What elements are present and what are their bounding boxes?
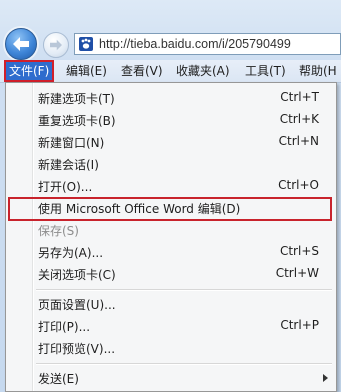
url-text: http://tieba.baidu.com/i/205790499 xyxy=(99,37,291,51)
menu-file[interactable]: 文件(F) xyxy=(3,60,55,82)
menu-item-label: 重复选项卡(B) xyxy=(38,114,116,128)
menu-item-label: 关闭选项卡(C) xyxy=(38,268,116,282)
menu-item-label: 发送(E) xyxy=(38,372,79,386)
navigation-toolbar: http://tieba.baidu.com/i/205790499 xyxy=(0,0,341,60)
menu-item-label: 打开(O)... xyxy=(38,180,93,194)
menu-item-new-tab[interactable]: 新建选项卡(T) Ctrl+T xyxy=(6,87,336,109)
menu-item-label: 新建会话(I) xyxy=(38,158,99,172)
forward-button[interactable] xyxy=(43,32,69,58)
address-bar[interactable]: http://tieba.baidu.com/i/205790499 xyxy=(74,33,341,55)
menu-item-shortcut: Ctrl+K xyxy=(279,112,319,126)
forward-arrow-icon xyxy=(50,39,62,51)
menu-item-shortcut: Ctrl+O xyxy=(278,178,319,192)
menu-separator xyxy=(36,363,332,365)
menu-item-send[interactable]: 发送(E) xyxy=(6,367,336,389)
menu-item-label: 打印预览(V)... xyxy=(38,342,116,356)
menu-item-print-preview[interactable]: 打印预览(V)... xyxy=(6,337,336,359)
paw-icon xyxy=(79,37,93,51)
menu-item-close-tab[interactable]: 关闭选项卡(C) Ctrl+W xyxy=(6,263,336,285)
menu-view[interactable]: 查看(V) xyxy=(121,62,163,80)
menu-item-shortcut: Ctrl+P xyxy=(280,318,319,332)
menu-item-save: 保存(S) xyxy=(6,219,336,241)
menu-item-print[interactable]: 打印(P)... Ctrl+P xyxy=(6,315,336,337)
menu-item-new-session[interactable]: 新建会话(I) xyxy=(6,153,336,175)
menu-bar: 文件(F) 编辑(E) 查看(V) 收藏夹(A) 工具(T) 帮助(H xyxy=(0,60,341,83)
menu-item-label: 打印(P)... xyxy=(38,320,91,334)
menu-favorites[interactable]: 收藏夹(A) xyxy=(176,62,230,80)
menu-edit[interactable]: 编辑(E) xyxy=(66,62,107,80)
menu-item-label: 保存(S) xyxy=(38,224,79,238)
menu-item-open[interactable]: 打开(O)... Ctrl+O xyxy=(6,175,336,197)
menu-item-duplicate-tab[interactable]: 重复选项卡(B) Ctrl+K xyxy=(6,109,336,131)
menu-tools[interactable]: 工具(T) xyxy=(245,62,286,80)
back-button[interactable] xyxy=(5,28,37,60)
menu-item-new-window[interactable]: 新建窗口(N) Ctrl+N xyxy=(6,131,336,153)
menu-item-save-as[interactable]: 另存为(A)... Ctrl+S xyxy=(6,241,336,263)
menu-item-shortcut: Ctrl+N xyxy=(278,134,319,148)
menu-item-label: 新建选项卡(T) xyxy=(38,92,115,106)
file-menu-dropdown: 新建选项卡(T) Ctrl+T 重复选项卡(B) Ctrl+K 新建窗口(N) … xyxy=(5,82,337,392)
menu-item-shortcut: Ctrl+S xyxy=(279,244,319,258)
submenu-arrow-icon xyxy=(323,374,328,382)
menu-item-shortcut: Ctrl+W xyxy=(275,266,319,280)
menu-item-shortcut: Ctrl+T xyxy=(280,90,319,104)
menu-item-label: 新建窗口(N) xyxy=(38,136,105,150)
menu-item-label: 另存为(A)... xyxy=(38,246,104,260)
menu-help[interactable]: 帮助(H xyxy=(299,62,337,80)
back-arrow-icon xyxy=(13,37,29,51)
menu-item-label: 页面设置(U)... xyxy=(38,298,116,312)
highlight-annotation-box xyxy=(8,197,332,221)
menu-separator xyxy=(36,289,332,291)
menu-item-page-setup[interactable]: 页面设置(U)... xyxy=(6,293,336,315)
